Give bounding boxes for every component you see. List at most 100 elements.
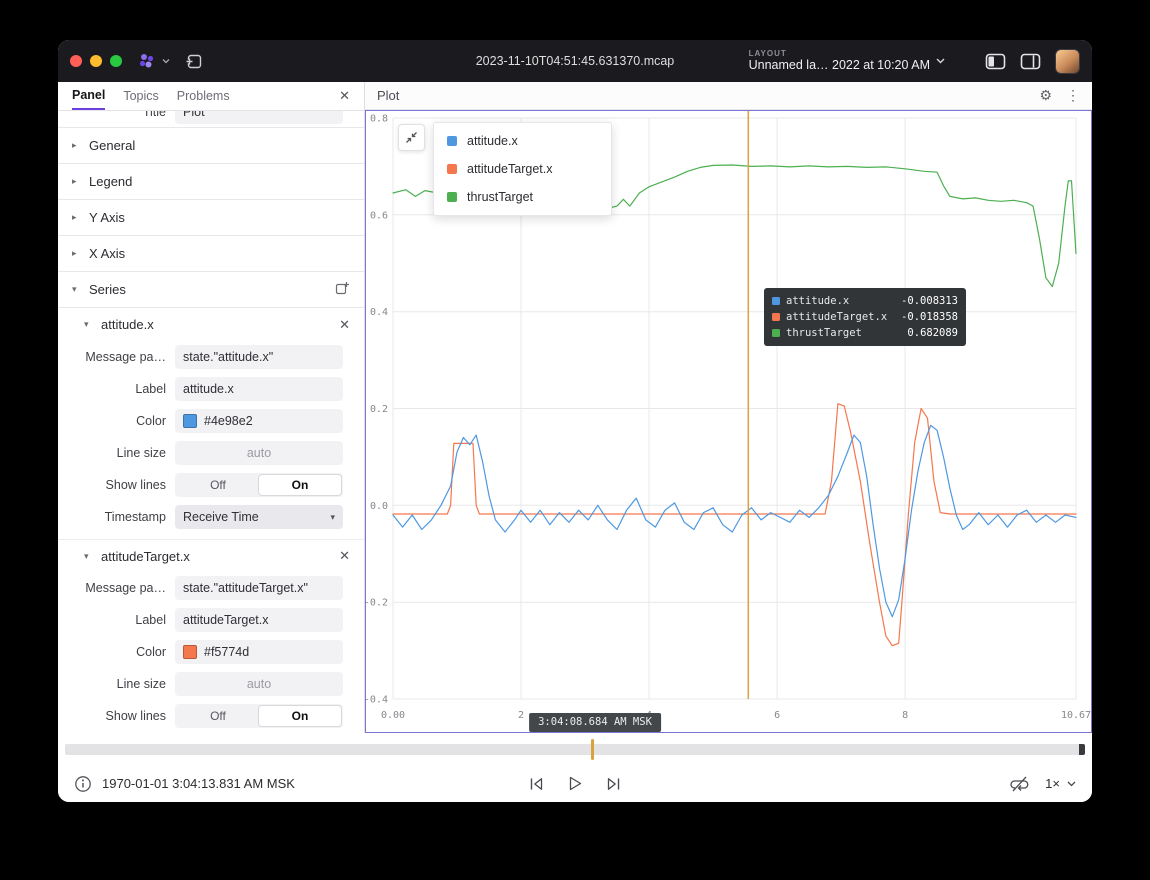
data-source-info-button[interactable] xyxy=(74,775,92,793)
plot-panel: Plot ⚙ ⋮ 0.80.60.40.20.0-0.2-0.40.002468… xyxy=(365,82,1092,733)
legend-item[interactable]: thrustTarget xyxy=(434,183,611,211)
seek-forward-button[interactable] xyxy=(605,776,622,792)
layout-name: Unnamed la… 2022 at 10:20 AM xyxy=(749,58,930,72)
chevron-down-icon xyxy=(936,58,945,64)
section-general[interactable]: ▸General xyxy=(58,128,364,164)
line-size-input[interactable]: auto xyxy=(175,672,343,696)
series-name: attitude.x xyxy=(101,317,154,332)
triangle-collapsed-icon: ▸ xyxy=(72,248,81,259)
field-row: Show lines Off On xyxy=(58,469,364,501)
tooltip-series-label: attitude.x xyxy=(786,295,849,307)
plot-chart-area: 0.80.60.40.20.0-0.2-0.40.00246810.67 att… xyxy=(365,110,1092,733)
message-path-input[interactable]: state."attitudeTarget.x" xyxy=(175,576,343,600)
section-y-axis[interactable]: ▸Y Axis xyxy=(58,200,364,236)
legend-item[interactable]: attitudeTarget.x xyxy=(434,155,611,183)
section-legend-label: Legend xyxy=(89,174,132,189)
section-x-axis[interactable]: ▸ X Axis xyxy=(58,236,364,272)
label-input[interactable]: attitude.x xyxy=(175,377,343,401)
maximize-window-button[interactable] xyxy=(110,55,122,67)
legend-label: thrustTarget xyxy=(467,190,533,204)
line-size-label: Line size xyxy=(58,446,175,460)
layout-selector[interactable]: LAYOUT Unnamed la… 2022 at 10:20 AM xyxy=(749,49,945,73)
section-general-label: General xyxy=(89,138,135,153)
series-item-attitude-x[interactable]: ▾ attitude.x ✕ xyxy=(58,308,364,341)
label-input[interactable]: attitudeTarget.x xyxy=(175,608,343,632)
svg-text:0.2: 0.2 xyxy=(370,404,388,415)
color-input[interactable]: #4e98e2 xyxy=(175,409,343,433)
chart-value-tooltip: attitude.x -0.008313 attitudeTarget.x -0… xyxy=(764,288,966,346)
section-series-label: Series xyxy=(89,282,126,297)
playback-bar: 1970-01-01 3:04:13.831 AM MSK xyxy=(58,765,1092,802)
field-row: Label attitude.x xyxy=(58,373,364,405)
color-input[interactable]: #f5774d xyxy=(175,640,343,664)
minimize-window-button[interactable] xyxy=(90,55,102,67)
close-window-button[interactable] xyxy=(70,55,82,67)
series-color-chip xyxy=(772,329,780,337)
timestamp-select[interactable]: Receive Time ▾ xyxy=(175,505,343,529)
user-avatar[interactable] xyxy=(1055,49,1080,74)
app-menu-button[interactable] xyxy=(136,51,170,71)
current-timestamp: 1970-01-01 3:04:13.831 AM MSK xyxy=(102,776,295,791)
playhead-caret[interactable] xyxy=(591,739,594,760)
show-lines-label: Show lines xyxy=(58,478,175,492)
show-lines-toggle: Off On xyxy=(175,473,343,497)
series-color-chip xyxy=(772,313,780,321)
tooltip-row: thrustTarget 0.682089 xyxy=(772,325,958,341)
panel-settings-gear-icon[interactable]: ⚙ xyxy=(1039,87,1052,104)
tab-topics[interactable]: Topics xyxy=(123,82,158,110)
field-row: Color #4e98e2 xyxy=(58,405,364,437)
color-swatch[interactable] xyxy=(183,414,197,428)
series-item-attitude-target-x[interactable]: ▾ attitudeTarget.x ✕ xyxy=(58,539,364,572)
collapse-arrows-icon xyxy=(405,131,418,144)
remove-series-icon[interactable]: ✕ xyxy=(339,548,350,564)
message-path-label: Message pa… xyxy=(58,581,175,595)
svg-text:10.67: 10.67 xyxy=(1061,710,1091,721)
file-title: 2023-11-10T04:51:45.631370.mcap xyxy=(476,54,675,68)
message-path-label: Message pa… xyxy=(58,350,175,364)
title-field-input[interactable]: Plot xyxy=(175,111,343,124)
clipped-title-row: Title Plot xyxy=(58,111,364,128)
tooltip-series-value: 0.682089 xyxy=(907,327,958,339)
section-x-axis-label: X Axis xyxy=(89,246,125,261)
show-lines-on-option[interactable]: On xyxy=(259,475,341,495)
legend-item[interactable]: attitude.x xyxy=(434,127,611,155)
tooltip-series-value: -0.008313 xyxy=(901,295,958,307)
loop-playback-button[interactable] xyxy=(1010,775,1029,793)
timeline-scrubber[interactable] xyxy=(65,744,1085,755)
right-sidebar-icon xyxy=(1020,53,1041,70)
show-lines-on-option[interactable]: On xyxy=(259,706,341,726)
series-color-chip xyxy=(447,136,457,146)
toggle-left-sidebar-button[interactable] xyxy=(985,53,1006,70)
panel-menu-kebab-icon[interactable]: ⋮ xyxy=(1066,87,1080,104)
tab-panel[interactable]: Panel xyxy=(72,82,105,110)
legend-collapse-button[interactable] xyxy=(398,124,425,151)
section-series[interactable]: ▾ Series xyxy=(58,272,364,308)
message-path-input[interactable]: state."attitude.x" xyxy=(175,345,343,369)
series-color-chip xyxy=(447,164,457,174)
toggle-right-sidebar-button[interactable] xyxy=(1020,53,1041,70)
show-lines-off-option[interactable]: Off xyxy=(177,475,259,495)
svg-text:0.00: 0.00 xyxy=(381,710,405,721)
section-legend[interactable]: ▸Legend xyxy=(58,164,364,200)
label-label: Label xyxy=(58,613,175,627)
timeline-scrubber-row xyxy=(58,733,1092,765)
play-button[interactable] xyxy=(567,775,583,792)
tooltip-row: attitudeTarget.x -0.018358 xyxy=(772,309,958,325)
line-size-input[interactable]: auto xyxy=(175,441,343,465)
color-swatch[interactable] xyxy=(183,645,197,659)
add-series-icon[interactable] xyxy=(335,281,350,299)
close-sidebar-icon[interactable]: ✕ xyxy=(339,88,350,104)
field-row: Show lines Off On xyxy=(58,700,364,732)
field-row: Message pa… state."attitude.x" xyxy=(58,341,364,373)
playback-speed-value: 1× xyxy=(1045,776,1060,791)
triangle-expanded-icon: ▾ xyxy=(84,551,93,562)
add-window-icon xyxy=(184,53,203,70)
loop-off-icon xyxy=(1010,775,1029,793)
tab-problems[interactable]: Problems xyxy=(177,82,230,110)
playback-speed-select[interactable]: 1× xyxy=(1045,776,1076,791)
show-lines-off-option[interactable]: Off xyxy=(177,706,259,726)
add-panel-button[interactable] xyxy=(184,53,203,70)
settings-sidebar: Panel Topics Problems ✕ Title Plot ▸Gene… xyxy=(58,82,365,733)
seek-backward-button[interactable] xyxy=(528,776,545,792)
remove-series-icon[interactable]: ✕ xyxy=(339,317,350,333)
